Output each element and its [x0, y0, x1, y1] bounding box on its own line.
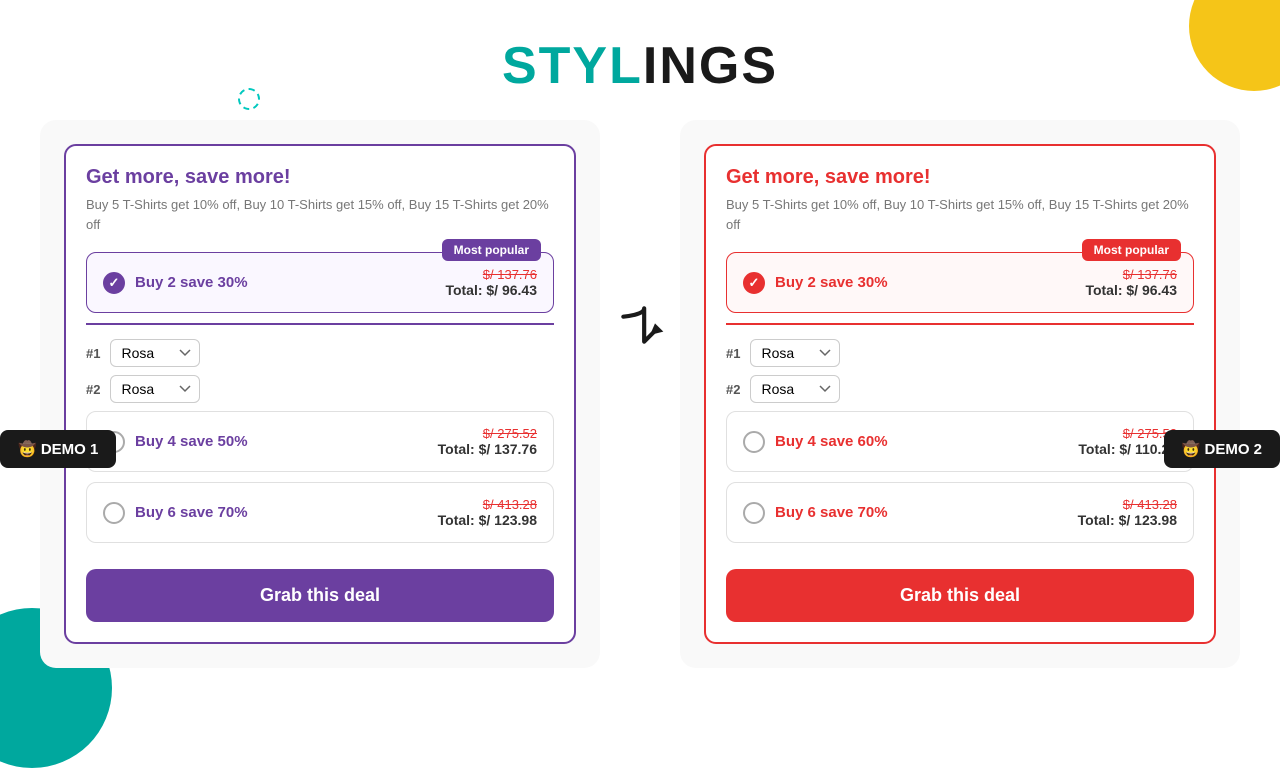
card2-badge: Most popular	[1082, 239, 1181, 261]
card2-outer: Get more, save more! Buy 5 T-Shirts get …	[680, 120, 1240, 668]
card1-option-2[interactable]: Buy 4 save 50% $/ 275.52 Total: $/ 137.7…	[86, 411, 554, 472]
card2: Get more, save more! Buy 5 T-Shirts get …	[704, 144, 1216, 644]
main-container: 🤠 DEMO 1 Get more, save more! Buy 5 T-Sh…	[0, 120, 1280, 668]
card1-badge: Most popular	[442, 239, 541, 261]
title-sty: STYL	[502, 37, 643, 95]
card1-option-1[interactable]: Most popular ✓ Buy 2 save 30% $/ 137.76 …	[86, 252, 554, 313]
card2-subtitle: Buy 5 T-Shirts get 10% off, Buy 10 T-Shi…	[726, 195, 1194, 234]
site-title: STYLINGS	[0, 36, 1280, 96]
card2-option-1[interactable]: Most popular ✓ Buy 2 save 30% $/ 137.76 …	[726, 252, 1194, 313]
card1-title: Get more, save more!	[86, 166, 554, 189]
demo2-button[interactable]: 🤠 DEMO 2	[1164, 430, 1280, 468]
card2-radio-2[interactable]	[743, 431, 765, 453]
card1-select-2[interactable]: RosaBlueBlackWhite	[110, 375, 200, 403]
card2-option1-label: Buy 2 save 30%	[775, 274, 888, 291]
card1-select-row-1: #1 RosaBlueBlackWhite	[86, 339, 554, 367]
card1-outer: Get more, save more! Buy 5 T-Shirts get …	[40, 120, 600, 668]
card2-divider	[726, 323, 1194, 325]
card1-option1-label: Buy 2 save 30%	[135, 274, 248, 291]
card1-cta-button[interactable]: Grab this deal	[86, 569, 554, 622]
card2-cta-button[interactable]: Grab this deal	[726, 569, 1194, 622]
card1-option1-total: Total: $/ 96.43	[445, 282, 537, 298]
card2-radio-1[interactable]: ✓	[743, 272, 765, 294]
arrow-icon	[615, 300, 665, 350]
demo1-button[interactable]: 🤠 DEMO 1	[0, 430, 116, 468]
card1: Get more, save more! Buy 5 T-Shirts get …	[64, 144, 576, 644]
card2-radio-3[interactable]	[743, 502, 765, 524]
card2-select-row-2: #2 RosaBlueBlackWhite	[726, 375, 1194, 403]
card2-option-3[interactable]: Buy 6 save 70% $/ 413.28 Total: $/ 123.9…	[726, 482, 1194, 543]
card2-select-1[interactable]: RosaBlueBlackWhite	[750, 339, 840, 367]
card1-option1-original: $/ 137.76	[445, 267, 537, 282]
card1-select-1[interactable]: RosaBlueBlackWhite	[110, 339, 200, 367]
card2-option-2[interactable]: Buy 4 save 60% $/ 275.52 Total: $/ 110.2…	[726, 411, 1194, 472]
arrow-container	[600, 300, 680, 350]
deco-dot-teal	[238, 88, 260, 110]
header: STYLINGS	[0, 0, 1280, 120]
card1-option-3[interactable]: Buy 6 save 70% $/ 413.28 Total: $/ 123.9…	[86, 482, 554, 543]
card1-radio-3[interactable]	[103, 502, 125, 524]
card1-radio-1[interactable]: ✓	[103, 272, 125, 294]
card2-title: Get more, save more!	[726, 166, 1194, 189]
title-lings: INGS	[643, 37, 778, 95]
card2-select-row-1: #1 RosaBlueBlackWhite	[726, 339, 1194, 367]
card1-select-row-2: #2 RosaBlueBlackWhite	[86, 375, 554, 403]
card1-divider	[86, 323, 554, 325]
card2-select-2[interactable]: RosaBlueBlackWhite	[750, 375, 840, 403]
card1-subtitle: Buy 5 T-Shirts get 10% off, Buy 10 T-Shi…	[86, 195, 554, 234]
